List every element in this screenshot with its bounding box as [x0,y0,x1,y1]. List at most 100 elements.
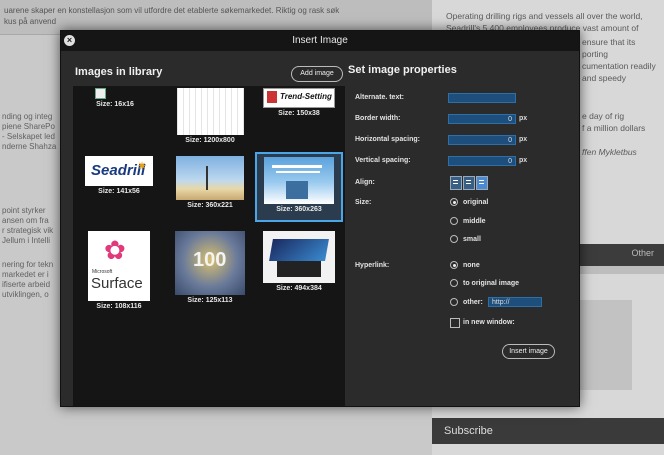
subscribe-bar: Subscribe [432,418,664,444]
hyperlink-other-radio[interactable] [450,298,458,306]
hyperlink-option-label: other: [463,299,483,306]
library-image[interactable]: Size: 360x221 [172,156,248,209]
article-fragment: Jellum i Intelli [2,236,51,245]
size-small-radio[interactable] [450,235,458,243]
library-image[interactable]: Size: 16x16 [83,88,147,108]
image-size-caption: Size: 150x38 [278,110,320,117]
grid-image [176,88,244,135]
border-width-input[interactable]: 0 [448,114,516,124]
align-line [453,180,458,181]
close-button[interactable]: × [64,35,75,46]
unit-label: px [519,157,528,164]
surface-table-photo [263,231,335,283]
small-icon-image [95,88,106,99]
sidebar-text: ensure that its [582,37,636,47]
logo-text: Trend-Setting [280,92,332,101]
insert-image-dialog: Insert Image × Images in library Add ima… [60,30,580,407]
hyperlink-label: Hyperlink: [355,262,390,269]
sidebar-text: Operating drilling rigs and vessels all … [446,11,643,21]
library-image[interactable]: Size: 1200x800 [172,88,248,144]
hyperlink-url-input[interactable]: http:// [488,297,542,307]
brochure-image [264,157,334,204]
align-line [466,180,471,181]
align-right-button[interactable] [476,176,488,190]
image-size-caption: Size: 360x221 [187,202,233,209]
article-fragment: - Selskapet led [2,132,55,141]
subscribe-label[interactable]: Subscribe [444,425,493,437]
align-center-button[interactable] [463,176,475,190]
library-image[interactable]: Trend-Setting Size: 150x38 [259,88,339,117]
unit-label: px [519,136,528,143]
sidebar-text: and speedy [582,73,626,83]
size-middle-radio[interactable] [450,217,458,225]
image-size-caption: Size: 141x56 [98,188,140,195]
rig-photo [176,156,244,200]
article-fragment: markedet er i [2,270,49,279]
vertical-spacing-input[interactable]: 0 [448,156,516,166]
library-image[interactable]: Seadrill ✷ Size: 141x56 [83,156,155,195]
hyperlink-option-label: none [463,262,480,269]
tab-other[interactable]: Other [631,248,654,258]
article-fragment: nding og integ [2,112,53,121]
align-line [479,180,484,181]
award-image: 100 [175,231,245,295]
library-image[interactable]: ✿ Microsoft Surface Size: 108x116 [83,231,155,310]
library-image[interactable]: 100 Size: 125x113 [172,231,248,304]
hyperlink-original-radio[interactable] [450,279,458,287]
image-size-caption: Size: 16x16 [96,101,134,108]
image-size-caption: Size: 1200x800 [185,137,235,144]
brochure-line [272,165,322,168]
flower-icon: ✿ [104,235,126,265]
table-top [269,239,329,261]
star-icon: ✷ [136,159,147,173]
article-fragment: point styrker [2,206,46,215]
hyperlink-option-label: to original image [463,280,520,287]
article-fragment: nering for tekn [2,260,54,269]
size-original-radio[interactable] [450,198,458,206]
add-image-button[interactable]: Add image [291,66,343,82]
insert-image-button[interactable]: Insert image [502,344,555,359]
article-text: uarene skaper en konstellasjon som vil u… [4,6,340,15]
size-option-label: original [463,199,489,206]
sidebar-text: e day of rig [582,111,625,121]
alt-text-label: Alternate. text: [355,94,405,101]
alt-text-input[interactable] [448,93,516,103]
size-option-label: small [463,236,481,243]
sidebar-text: porting [582,49,608,59]
article-fragment: nderne Shahza [2,142,57,151]
vertical-spacing-label: Vertical spacing: [355,157,411,164]
library-image-selected[interactable]: Size: 360x263 [255,152,343,222]
brochure-line [276,171,320,173]
horizontal-spacing-input[interactable]: 0 [448,135,516,145]
image-size-caption: Size: 494x384 [276,285,322,292]
dialog-title: Insert Image [61,31,579,51]
article-fragment: piene SharePo [2,122,55,131]
image-library: Size: 16x16 Size: 1200x800 Trend-Setting… [73,86,345,406]
article-fragment: ansen om fra [2,216,49,225]
logo-text: Surface [91,275,143,292]
align-line [479,183,484,184]
new-window-label: in new window: [463,319,515,326]
border-width-label: Border width: [355,115,401,122]
sidebar-text: cumentation readily [582,61,656,71]
library-image[interactable]: Size: 494x384 [259,231,339,292]
align-line [466,183,471,184]
table-base [277,261,321,277]
article-fragment: utviklingen, o [2,290,49,299]
align-label: Align: [355,179,375,186]
library-title: Images in library [75,66,163,78]
hyperlink-none-radio[interactable] [450,261,458,269]
logo-text: 100 [193,249,227,271]
image-size-caption: Size: 125x113 [187,297,233,304]
trend-setting-logo: Trend-Setting [263,88,335,108]
sidebar-text: ffen Mykletbus [582,147,637,157]
brochure-figure [286,181,308,199]
sidebar-text: f a million dollars [582,123,646,133]
properties-title: Set image properties [348,64,457,76]
align-left-button[interactable] [450,176,462,190]
article-text: kus på anvend [4,17,57,26]
image-size-caption: Size: 360x263 [276,206,322,213]
size-option-label: middle [463,218,486,225]
microsoft-surface-logo: ✿ Microsoft Surface [88,231,150,301]
new-window-checkbox[interactable] [450,318,460,328]
